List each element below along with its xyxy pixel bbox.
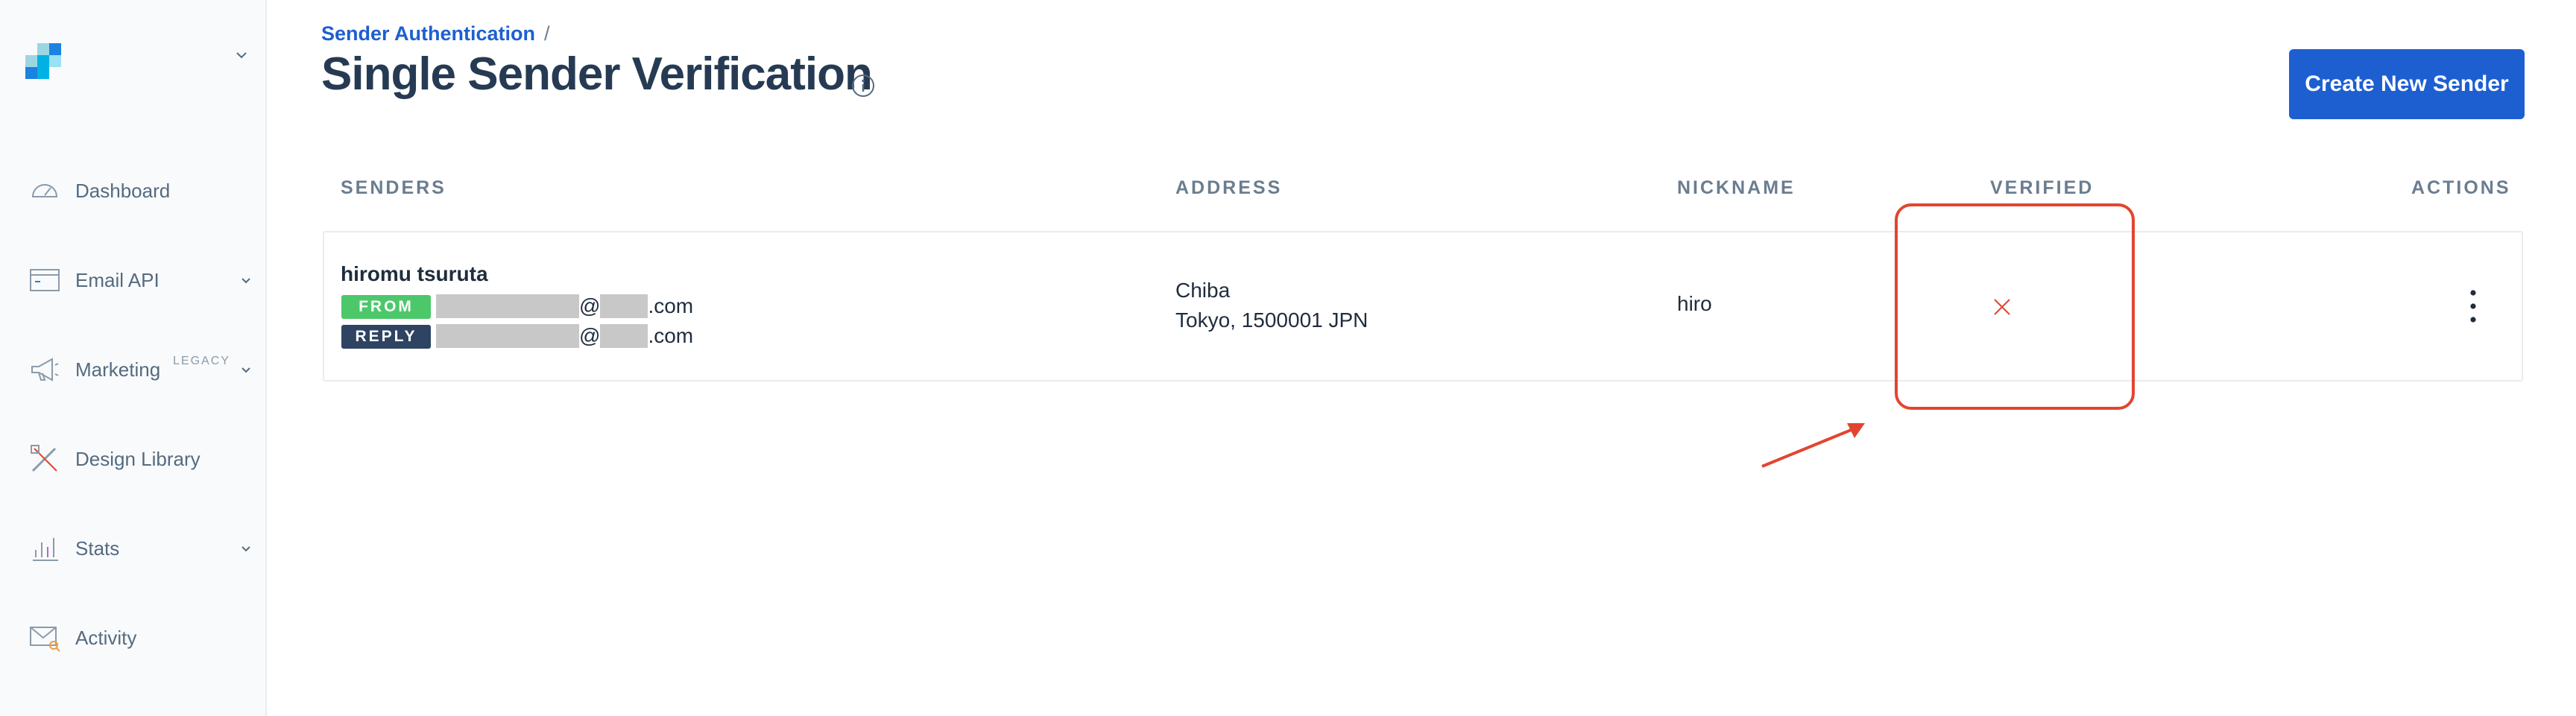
sidebar-item-label: Marketing	[75, 358, 161, 381]
sidebar-item-stats[interactable]: Stats	[0, 519, 267, 578]
column-header-senders: SENDERS	[341, 177, 446, 198]
sidebar-item-label: Email API	[75, 268, 160, 291]
chevron-down-icon[interactable]	[239, 362, 253, 377]
sidebar-item-activity[interactable]: Activity	[0, 608, 267, 668]
page-title: Single Sender Verification	[321, 48, 873, 100]
sendgrid-logo[interactable]	[25, 43, 64, 79]
bar-chart-icon	[33, 538, 58, 561]
breadcrumb-separator: /	[544, 22, 550, 45]
sender-name: hiromu tsuruta	[341, 262, 488, 285]
code-window-icon	[30, 269, 60, 291]
reply-tag: REPLY	[341, 325, 431, 349]
mail-search-icon	[30, 627, 60, 652]
email-tld: .com	[648, 294, 694, 317]
email-tld: .com	[648, 324, 694, 347]
design-tools-icon	[31, 445, 57, 472]
column-header-verified: VERIFIED	[1990, 177, 2094, 198]
address-line-1: Chiba	[1175, 279, 1231, 302]
annotation-arrow-icon	[1761, 423, 1865, 468]
sidebar-item-email-api[interactable]: Email API	[0, 250, 267, 310]
sidebar-item-design-library[interactable]: Design Library	[0, 429, 267, 489]
redacted-text	[600, 294, 648, 318]
gauge-icon	[31, 184, 58, 197]
redacted-text	[436, 294, 579, 318]
info-icon[interactable]	[850, 73, 876, 98]
sidebar-item-label: Stats	[75, 536, 120, 560]
email-at: @	[579, 324, 601, 347]
address-line-2: Tokyo, 1500001 JPN	[1175, 308, 1368, 332]
sidebar-item-label: Dashboard	[75, 179, 171, 202]
chevron-down-icon[interactable]	[239, 273, 253, 288]
redacted-text	[436, 324, 579, 348]
column-header-actions: ACTIONS	[2411, 177, 2511, 198]
kebab-menu-icon[interactable]	[2464, 288, 2482, 325]
reply-email: @ .com	[436, 323, 693, 349]
sidebar: Dashboard Email API Marketing LEGACY Des…	[0, 0, 267, 716]
legacy-badge: LEGACY	[173, 355, 230, 367]
from-tag: FROM	[341, 295, 431, 319]
sidebar-item-label: Activity	[75, 626, 137, 649]
account-chevron-down-icon[interactable]	[233, 46, 250, 64]
breadcrumb-link-sender-authentication[interactable]: Sender Authentication	[321, 22, 535, 45]
annotation-highlight-box	[1895, 203, 2135, 410]
email-at: @	[579, 294, 601, 317]
from-email: @ .com	[436, 293, 693, 320]
sidebar-item-label: Design Library	[75, 447, 201, 470]
create-new-sender-button[interactable]: Create New Sender	[2289, 49, 2525, 119]
sender-nickname: hiro	[1677, 292, 1712, 315]
sidebar-item-dashboard[interactable]: Dashboard	[0, 161, 267, 221]
sender-address: Chiba Tokyo, 1500001 JPN	[1175, 276, 1368, 335]
breadcrumb: Sender Authentication /	[321, 22, 550, 45]
redacted-text	[600, 324, 648, 348]
column-header-nickname: NICKNAME	[1677, 177, 1796, 198]
column-header-address: ADDRESS	[1175, 177, 1283, 198]
sidebar-item-marketing[interactable]: Marketing LEGACY	[0, 340, 267, 399]
megaphone-icon	[31, 358, 59, 381]
chevron-down-icon[interactable]	[239, 541, 253, 556]
